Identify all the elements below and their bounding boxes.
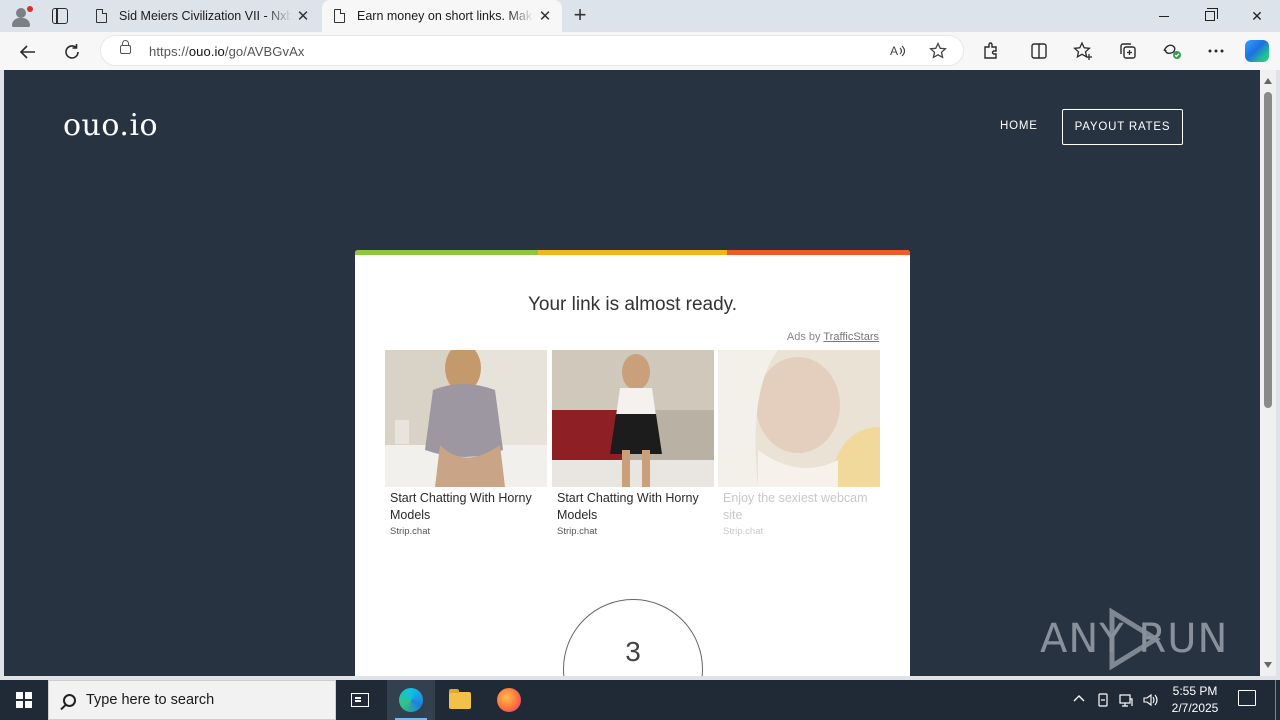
profile-avatar-icon[interactable]	[10, 6, 33, 28]
read-aloud-icon[interactable]: A	[889, 42, 907, 60]
site-logo[interactable]: ouo.io	[63, 108, 158, 143]
tab-close-icon[interactable]: ✕	[292, 7, 314, 25]
tab-title: Sid Meiers Civilization VII - Nxbre	[119, 9, 292, 23]
tab-ouo[interactable]: Earn money on short links. Make ✕	[322, 0, 562, 32]
ad-source: Strip.chat	[723, 526, 764, 537]
copilot-icon[interactable]	[1245, 40, 1269, 62]
navigation-bar: https://ouo.io/go/AVBGvAx A	[0, 32, 1280, 70]
ad-image[interactable]	[385, 350, 547, 487]
page-scrollbar[interactable]	[1260, 70, 1276, 676]
back-arrow-icon	[19, 45, 35, 59]
favorite-star-icon[interactable]	[929, 41, 947, 60]
system-clock[interactable]: 5:55 PM 2/7/2025	[1166, 683, 1224, 717]
more-options-icon[interactable]	[1205, 41, 1227, 63]
scrollbar-thumb[interactable]	[1264, 92, 1272, 408]
countdown-number: 3	[625, 636, 641, 667]
clock-date: 2/7/2025	[1171, 701, 1219, 715]
minimize-icon	[1159, 15, 1169, 17]
refresh-button[interactable]	[60, 40, 84, 64]
ad-source: Strip.chat	[390, 526, 431, 537]
split-screen-icon[interactable]	[1028, 41, 1050, 63]
favorites-icon[interactable]	[1072, 41, 1094, 63]
taskbar-search[interactable]: Type here to search	[48, 680, 336, 720]
tab-strip: Sid Meiers Civilization VII - Nxbre ✕ Ea…	[0, 0, 1280, 32]
ad-tile-3[interactable]: Enjoy the sexiest webcam site Strip.chat	[718, 350, 880, 537]
tab-civilization[interactable]: Sid Meiers Civilization VII - Nxbre ✕	[84, 0, 320, 32]
taskbar-firefox[interactable]	[485, 680, 533, 720]
task-view-button[interactable]	[336, 680, 384, 720]
stripe-yellow	[538, 250, 727, 255]
close-icon: ✕	[1251, 7, 1263, 24]
restore-button[interactable]	[1187, 0, 1233, 32]
device-icon[interactable]	[1095, 692, 1111, 708]
clock-time: 5:55 PM	[1172, 684, 1218, 698]
browser-essentials-icon[interactable]	[1161, 41, 1183, 63]
folder-icon	[449, 688, 471, 709]
search-placeholder: Type here to search	[86, 692, 215, 708]
restore-icon	[1205, 8, 1218, 21]
show-desktop-button[interactable]	[1275, 680, 1276, 720]
new-tab-button[interactable]: +	[568, 4, 592, 28]
page-icon	[96, 9, 107, 23]
taskbar: Type here to search 5:55 PM 2/7/2025	[0, 680, 1280, 720]
ads-by-label: Ads by TrafficStars	[786, 331, 879, 343]
close-window-button[interactable]: ✕	[1234, 0, 1280, 32]
stripe-green	[355, 250, 538, 255]
page-icon	[334, 9, 345, 23]
trafficstars-link[interactable]: TrafficStars	[823, 331, 879, 343]
watermark-text: ANY RUN	[1040, 616, 1229, 662]
firefox-icon	[497, 688, 521, 712]
tab-close-icon[interactable]: ✕	[534, 7, 556, 25]
link-card: Your link is almost ready. Ads by Traffi…	[355, 250, 910, 676]
ad-image[interactable]	[552, 350, 714, 487]
page-viewport: ouo.io HOME PAYOUT RATES Your link is al…	[4, 70, 1260, 676]
minimize-button[interactable]	[1141, 0, 1187, 32]
taskbar-edge[interactable]	[387, 680, 435, 720]
tab-title: Earn money on short links. Make	[357, 9, 534, 23]
windows-logo-icon	[16, 692, 32, 708]
anyrun-watermark: ANY RUN	[1040, 606, 1240, 670]
scroll-down-arrow-icon[interactable]	[1264, 662, 1272, 668]
start-button[interactable]	[0, 680, 48, 720]
ad-source: Strip.chat	[557, 526, 598, 537]
chevron-up-icon[interactable]	[1071, 692, 1087, 708]
ad-caption[interactable]: Start Chatting With Horny Models	[557, 490, 709, 524]
payout-rates-button[interactable]: PAYOUT RATES	[1062, 109, 1183, 145]
nav-home-link[interactable]: HOME	[1000, 120, 1038, 132]
taskbar-file-explorer[interactable]	[436, 680, 484, 720]
notification-icon[interactable]	[1238, 690, 1256, 706]
edge-icon	[399, 688, 423, 712]
address-bar[interactable]: https://ouo.io/go/AVBGvAx A	[100, 35, 964, 66]
lock-icon[interactable]	[120, 40, 131, 54]
network-icon[interactable]	[1118, 692, 1134, 708]
tab-actions-icon[interactable]	[52, 8, 68, 24]
back-button[interactable]	[16, 40, 40, 64]
ad-caption[interactable]: Start Chatting With Horny Models	[390, 490, 542, 524]
refresh-icon	[65, 44, 79, 59]
url-text[interactable]: https://ouo.io/go/AVBGvAx	[149, 44, 304, 59]
collections-icon[interactable]	[1117, 41, 1139, 63]
extensions-icon[interactable]	[980, 41, 1002, 63]
task-view-icon	[351, 693, 369, 707]
volume-icon[interactable]	[1142, 692, 1158, 708]
ad-image[interactable]	[718, 350, 880, 487]
stripe-orange	[727, 250, 910, 255]
search-icon	[63, 693, 76, 707]
svg-text:A: A	[890, 44, 898, 58]
card-title: Your link is almost ready.	[527, 294, 738, 315]
ad-tile-1[interactable]: Start Chatting With Horny Models Strip.c…	[385, 350, 547, 537]
ad-caption[interactable]: Enjoy the sexiest webcam site	[723, 490, 875, 524]
countdown-timer: 3	[563, 599, 703, 676]
scroll-up-arrow-icon[interactable]	[1264, 78, 1272, 84]
ad-tile-2[interactable]: Start Chatting With Horny Models Strip.c…	[552, 350, 714, 537]
